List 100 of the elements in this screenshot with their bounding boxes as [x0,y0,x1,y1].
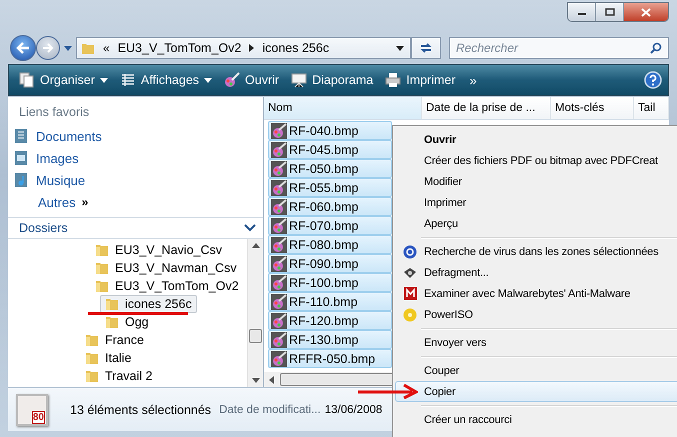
more-commands[interactable]: » [464,72,483,88]
path-segment[interactable]: EU3_V_TomTom_Ov2 [118,41,242,55]
file-row[interactable]: RF-120.bmp [268,311,392,330]
path-segment[interactable]: icones 256c [262,41,330,55]
path-separator-icon[interactable] [249,44,254,52]
projector-screen-icon [291,72,308,88]
section-heading: Dossiers [19,221,68,235]
image-file-icon [271,312,287,328]
vertical-scrollbar[interactable] [247,239,263,387]
refresh-button[interactable] [411,37,441,59]
menu-item[interactable]: Copier [395,381,677,402]
refresh-icon [419,42,433,54]
file-row[interactable]: RF-130.bmp [268,330,392,349]
folder-icon [105,297,119,311]
toolbar-button[interactable]: Organiser [15,69,112,91]
more-chevron[interactable]: » [82,195,88,209]
folder-tree-item[interactable]: EU3_V_Navman_Csv [90,259,242,277]
file-row[interactable]: RF-110.bmp [268,292,392,311]
toolbar-button[interactable]: Diaporama [287,69,378,91]
help-icon[interactable] [644,71,662,89]
menu-item[interactable]: PowerISO [395,304,677,325]
folder-tree-item[interactable]: EU3_V_Navio_Csv [90,241,227,259]
favorite-link[interactable]: Images [14,147,79,169]
file-row[interactable]: RF-050.bmp [268,159,392,178]
toolbar-button[interactable]: Ouvrir [220,69,284,91]
minimize-button[interactable] [568,3,596,21]
menu-item[interactable]: Créer des fichiers PDF ou bitmap avec PDFCreat [395,150,677,171]
image-file-icon [271,122,287,138]
m-logo-icon [404,287,416,300]
left-arrow-icon [16,42,30,54]
favorite-link[interactable]: Musique [14,169,86,191]
file-row[interactable]: RF-045.bmp [268,140,392,159]
close-button[interactable] [624,3,668,21]
right-arrow-icon [42,43,54,53]
path-overflow[interactable]: « [103,41,110,55]
menu-item[interactable]: Couper [395,360,677,381]
column-header[interactable]: Mots-clés [551,97,634,119]
file-row[interactable]: RF-055.bmp [268,178,392,197]
file-row[interactable]: RF-100.bmp [268,273,392,292]
folder-icon [95,261,109,275]
picture-icon [14,150,28,166]
folders-header[interactable]: Dossiers [8,217,263,239]
file-row[interactable]: RF-060.bmp [268,197,392,216]
music-icon [14,172,28,188]
toolbar-button[interactable]: Affichages [116,69,216,91]
dropdown-caret-icon[interactable] [396,46,404,50]
favorite-link[interactable]: Documents [14,125,102,147]
caret-icon [204,78,212,82]
document-icon [14,128,28,144]
menu-item[interactable]: Envoyer vers [395,332,677,353]
image-file-icon [271,332,287,348]
image-file-icon [271,274,287,290]
menu-item[interactable]: Defragment... [395,262,677,283]
image-file-icon [271,256,287,272]
favorite-link[interactable]: Autres [38,194,76,210]
disk-drive-icon [403,266,417,278]
folder-tree-item[interactable]: Ogg [100,313,154,331]
column-header[interactable]: Tail [634,97,669,119]
folder-icon [85,333,99,347]
maximize-button[interactable] [596,3,624,21]
folder-icon [85,369,99,383]
menu-item[interactable]: Modifier [395,171,677,192]
forward-button[interactable] [36,36,60,60]
info-circle-icon [403,244,417,258]
file-row[interactable]: RFFR-050.bmp [268,349,392,368]
maximize-icon [604,8,614,16]
file-row[interactable]: RF-090.bmp [268,254,392,273]
scroll-up-icon[interactable] [252,243,260,248]
folder-icon [105,315,119,329]
folder-tree-item[interactable]: EU3_V_TomTom_Ov2 [90,277,244,295]
menu-item[interactable]: Examiner avec Malwarebytes' Anti-Malware [395,283,677,304]
menu-item[interactable]: Créer un raccourci [395,409,677,430]
menu-item[interactable]: Imprimer [395,192,677,213]
scroll-down-icon[interactable] [252,378,260,383]
toolbar-button[interactable]: Imprimer [381,69,460,91]
folder-tree-item[interactable]: France [80,331,149,349]
history-dropdown-icon[interactable] [64,46,72,50]
folder-tree-item[interactable]: Travail 2 [80,367,158,385]
image-file-icon [271,350,287,366]
back-button[interactable] [10,35,36,61]
menu-item[interactable]: Ouvrir [395,129,677,150]
printer-icon [385,72,402,88]
menu-item[interactable]: Aperçu [395,213,677,234]
folder-tree-item[interactable]: Italie [80,349,136,367]
file-row[interactable]: RF-040.bmp [268,121,392,140]
scroll-left-icon[interactable] [269,376,274,384]
property-value: 13/06/2008 [324,404,382,416]
address-bar[interactable]: « EU3_V_TomTom_Ov2 icones 256c [76,37,411,59]
arrow-annotation [358,383,418,399]
column-header[interactable]: Date de la prise de ... [422,97,551,119]
section-heading: Liens favoris [18,104,90,121]
column-header[interactable]: Nom [264,97,422,119]
scroll-thumb[interactable] [249,329,262,343]
menu-item[interactable]: Recherche de virus dans les zones sélectionnées [395,241,677,262]
search-field[interactable]: Rechercher [449,37,669,59]
chevron-down-icon[interactable] [244,224,256,232]
file-row[interactable]: RF-070.bmp [268,216,392,235]
folder-tree-item[interactable]: icones 256c [100,295,197,313]
folder-icon [95,243,109,257]
file-row[interactable]: RF-080.bmp [268,235,392,254]
